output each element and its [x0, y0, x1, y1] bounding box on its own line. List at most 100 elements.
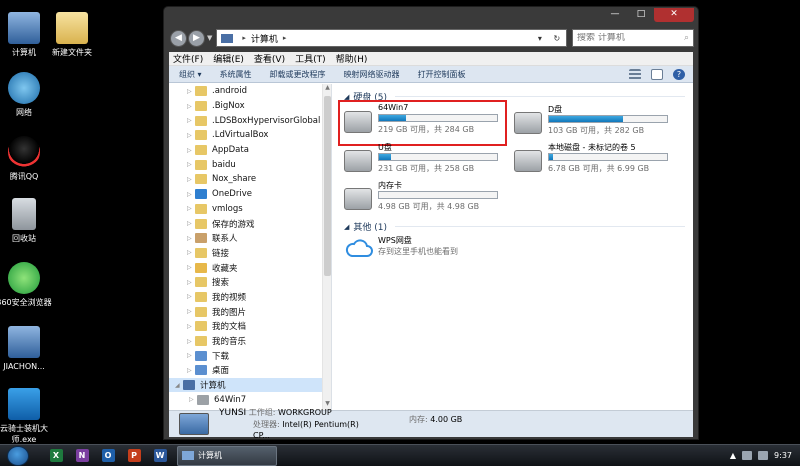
breadcrumb-computer[interactable]: 计算机 — [251, 32, 278, 45]
close-button[interactable]: ✕ — [654, 8, 694, 22]
drive-item[interactable]: 本地磁盘 - 未标记的卷 5 6.78 GB 可用，共 6.99 GB — [510, 141, 675, 181]
taskbar-task-computer[interactable]: 计算机 — [177, 445, 277, 466]
desktop-icon-360-browser[interactable]: 360安全浏览器 — [0, 262, 56, 308]
search-box[interactable]: ⌕ — [572, 29, 694, 47]
expand-arrow-icon[interactable]: ▷ — [187, 176, 195, 183]
back-button[interactable]: ◀ — [170, 29, 187, 47]
taskbar-app[interactable]: X — [43, 446, 69, 466]
expand-arrow-icon[interactable]: ▷ — [187, 88, 195, 95]
desktop-icon-network[interactable]: 网络 — [0, 72, 56, 118]
expand-arrow-icon[interactable]: ▷ — [187, 249, 195, 256]
other-header[interactable]: ◢ 其他 (1) — [344, 220, 686, 233]
nav-item[interactable]: ▷ 收藏夹 — [169, 260, 331, 275]
open-control-panel-button[interactable]: 打开控制面板 — [418, 69, 466, 80]
expand-arrow-icon[interactable]: ▷ — [187, 308, 195, 315]
minimize-button[interactable]: — — [602, 8, 628, 22]
nav-item[interactable]: ▷ .LdVirtualBox — [169, 128, 331, 143]
nav-item[interactable]: ▷ .BigNox — [169, 99, 331, 114]
nav-item[interactable]: ▷ .LDSBoxHypervisorGlobal — [169, 113, 331, 128]
nav-scrollbar[interactable]: ▲ ▼ — [322, 84, 331, 410]
nav-item[interactable]: ▷ 我的音乐 — [169, 334, 331, 349]
nav-item[interactable]: ▷ 链接 — [169, 246, 331, 261]
system-properties-button[interactable]: 系统属性 — [220, 69, 252, 80]
nav-item-computer[interactable]: ◢ 计算机 — [169, 377, 331, 393]
uninstall-program-button[interactable]: 卸载或更改程序 — [270, 69, 326, 80]
nav-item[interactable]: ▷ .android — [169, 84, 331, 99]
drive-item[interactable]: D盘 103 GB 可用，共 282 GB — [510, 103, 675, 143]
nav-item[interactable]: ▷ 搜索 — [169, 275, 331, 290]
breadcrumb-chevron-icon[interactable]: ▸ — [242, 34, 246, 42]
nav-item[interactable]: ▷ vmlogs — [169, 202, 331, 217]
refresh-icon[interactable]: ↻ — [553, 34, 560, 43]
clock[interactable]: 9:37 — [774, 451, 792, 460]
taskbar-app[interactable]: P — [121, 446, 147, 466]
expand-arrow-icon[interactable]: ▷ — [187, 367, 195, 374]
desktop-icon-recycle-bin[interactable]: 回收站 — [0, 198, 56, 244]
address-dropdown-icon[interactable]: ▾ — [538, 34, 542, 43]
expand-arrow-icon[interactable]: ▷ — [187, 279, 195, 286]
nav-item[interactable]: ▷ baidu — [169, 157, 331, 172]
menu-edit[interactable]: 编辑(E) — [213, 52, 244, 65]
network-tray-icon[interactable] — [742, 451, 753, 460]
organize-button[interactable]: 组织 ▾ — [179, 69, 202, 80]
nav-item[interactable]: ▷ 我的视频 — [169, 290, 331, 305]
help-icon[interactable]: ? — [673, 68, 685, 80]
volume-icon[interactable] — [758, 451, 769, 460]
drive-item[interactable]: U盘 231 GB 可用，共 258 GB — [340, 141, 505, 181]
scroll-up-icon[interactable]: ▲ — [323, 84, 331, 94]
expand-arrow-icon[interactable]: ▷ — [187, 117, 195, 124]
address-bar[interactable]: ▸ 计算机 ▸ ▾ ↻ — [216, 29, 567, 47]
desktop-icon-installer[interactable]: 云骑士装机大师.exe — [0, 388, 56, 445]
expand-arrow-icon[interactable]: ▷ — [187, 293, 195, 300]
menu-file[interactable]: 文件(F) — [173, 52, 203, 65]
expand-arrow-icon[interactable]: ▷ — [187, 132, 195, 139]
nav-item[interactable]: ▷ Nox_share — [169, 172, 331, 187]
nav-item[interactable]: ▷ 桌面 — [169, 363, 331, 378]
expand-arrow-icon[interactable]: ▷ — [187, 220, 195, 227]
nav-item[interactable]: ▷ 联系人 — [169, 231, 331, 246]
expand-arrow-icon[interactable]: ▷ — [187, 264, 195, 271]
maximize-button[interactable]: □ — [628, 8, 654, 22]
expand-arrow-icon[interactable]: ▷ — [187, 338, 195, 345]
forward-button[interactable]: ▶ — [188, 29, 205, 47]
taskbar-app[interactable]: O — [95, 446, 121, 466]
menu-view[interactable]: 查看(V) — [254, 52, 285, 65]
desktop-icon-jiachon[interactable]: JIACHON... — [0, 326, 56, 372]
expand-arrow-icon[interactable]: ▷ — [189, 396, 197, 403]
drive-item[interactable]: 内存卡 4.98 GB 可用，共 4.98 GB — [340, 179, 505, 219]
scroll-thumb[interactable] — [324, 96, 331, 276]
tray-expand-icon[interactable]: ▲ — [730, 451, 736, 460]
nav-item-64win7[interactable]: ▷ 64Win7 — [169, 392, 331, 407]
expand-arrow-icon[interactable]: ▷ — [187, 235, 195, 242]
search-input[interactable] — [577, 33, 684, 43]
drive-item[interactable]: 64Win7 219 GB 可用，共 284 GB — [338, 100, 507, 146]
expand-arrow-icon[interactable]: ▷ — [187, 323, 195, 330]
expand-arrow-icon[interactable]: ▷ — [187, 352, 195, 359]
expand-arrow-icon[interactable]: ▷ — [187, 205, 195, 212]
breadcrumb-chevron-icon[interactable]: ▸ — [283, 34, 287, 42]
desktop-icon-new-folder[interactable]: 新建文件夹 — [40, 12, 104, 58]
taskbar-app[interactable]: N — [69, 446, 95, 466]
wps-cloud-drive[interactable]: WPS网盘 存到这里手机也能看到 — [342, 234, 512, 262]
nav-item[interactable]: ▷ 我的图片 — [169, 304, 331, 319]
expand-arrow-icon[interactable]: ▷ — [187, 103, 195, 110]
menu-help[interactable]: 帮助(H) — [336, 52, 368, 65]
nav-item[interactable]: ▷ AppData — [169, 143, 331, 158]
recent-pages-dropdown-icon[interactable]: ▼ — [207, 34, 212, 42]
taskbar-app[interactable]: W — [147, 446, 173, 466]
collapse-arrow-icon[interactable]: ◢ — [175, 382, 183, 389]
expand-arrow-icon[interactable]: ▷ — [187, 191, 195, 198]
view-options-icon[interactable] — [629, 68, 641, 80]
preview-pane-icon[interactable] — [651, 68, 663, 80]
nav-item[interactable]: ▷ 保存的游戏 — [169, 216, 331, 231]
start-button[interactable] — [7, 445, 29, 466]
menu-tools[interactable]: 工具(T) — [295, 52, 326, 65]
search-icon[interactable]: ⌕ — [684, 33, 689, 43]
nav-item[interactable]: ▷ 下载 — [169, 348, 331, 363]
desktop-icon-qq[interactable]: 腾讯QQ — [0, 136, 56, 182]
expand-arrow-icon[interactable]: ▷ — [187, 147, 195, 154]
expand-arrow-icon[interactable]: ▷ — [187, 161, 195, 168]
collapse-icon[interactable]: ◢ — [344, 223, 349, 231]
nav-item[interactable]: ▷ 我的文档 — [169, 319, 331, 334]
nav-item[interactable]: ▷ OneDrive — [169, 187, 331, 202]
